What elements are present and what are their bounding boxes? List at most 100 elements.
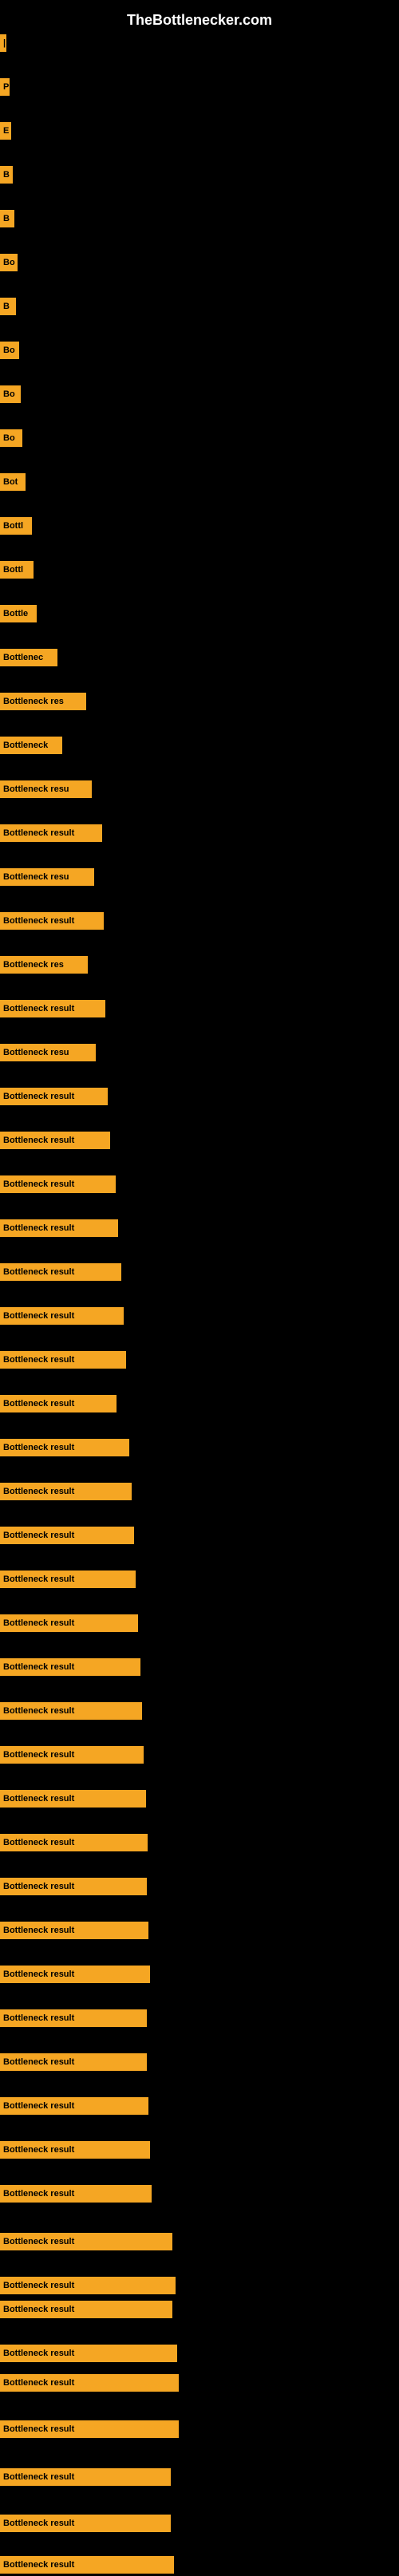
bar-row: Bottl [0,515,399,537]
bottleneck-bar: Bottleneck result [0,2097,148,2115]
bottleneck-bar: Bottleneck result [0,1527,134,1544]
bar-row: Bot [0,471,399,493]
bar-row: Bottleneck resu [0,866,399,888]
bottleneck-bar: P [0,78,10,96]
bar-row: E [0,120,399,142]
bar-label: Bottl [3,565,23,575]
bottleneck-bar: Bottleneck result [0,1132,110,1149]
bar-row: Bottleneck result [0,1305,399,1327]
bar-row: Bottleneck result [0,1656,399,1678]
bottleneck-bar: Bottleneck result [0,1088,108,1105]
bar-label: Bottleneck result [3,1838,74,1847]
bottleneck-bar: Bottleneck result [0,1263,121,1281]
bar-label: Bottleneck result [3,2189,74,2199]
bottleneck-bar: Bottleneck result [0,1834,148,1851]
bar-label: Bottleneck result [3,1574,74,1584]
bar-label: Bottleneck result [3,1136,74,1145]
bar-row: Bottleneck result [0,1963,399,1985]
bottleneck-bar: Bottleneck result [0,2233,172,2250]
bottleneck-bar: B [0,298,16,315]
bar-row: Bottleneck result [0,2298,399,2321]
bar-label: P [3,82,9,92]
bar-row: B [0,164,399,186]
bar-label: Bottleneck result [3,1926,74,1935]
bar-row: Bottleneck result [0,1612,399,1634]
bar-row: Bottleneck result [0,2095,399,2117]
bar-row: Bo [0,383,399,405]
bar-label: Bottleneck result [3,1399,74,1409]
bar-label: Bottleneck result [3,2349,74,2358]
bar-row: Bottleneck res [0,690,399,713]
bar-row: Bottleneck result [0,1393,399,1415]
bar-row: Bottleneck result [0,998,399,1020]
bottleneck-bar: Bottleneck result [0,2556,174,2574]
bar-label: Bottleneck result [3,2237,74,2246]
bar-label: Bottleneck result [3,2560,74,2570]
bar-label: Bottleneck resu [3,1048,69,1057]
bar-label: Bottleneck [3,741,48,750]
bar-row: Bottleneck result [0,1436,399,1459]
bar-label: Bottleneck result [3,2281,74,2290]
bar-label: Bottl [3,521,23,531]
bar-row: Bottleneck result [0,2466,399,2488]
bar-row: Bottleneck result [0,2007,399,2029]
bar-row: Bottleneck result [0,2230,399,2253]
bottleneck-bar: Bottl [0,561,34,579]
bottleneck-bar: Bottleneck result [0,1219,118,1237]
bar-label: Bottleneck result [3,828,74,838]
bottleneck-bar: Bottleneck resu [0,780,92,798]
bar-label: Bottleneck result [3,2305,74,2314]
bar-row: Bo [0,339,399,362]
bar-row: Bottleneck result [0,1788,399,1810]
bar-row: Bottleneck result [0,1744,399,1766]
bar-row: Bottleneck result [0,1349,399,1371]
bar-row: Bottl [0,559,399,581]
site-title: TheBottlenecker.com [0,4,399,33]
bottleneck-bar: Bot [0,473,26,491]
bar-label: Bottleneck result [3,1004,74,1013]
bottleneck-bar: Bottleneck result [0,1878,147,1895]
bottleneck-bar: Bottleneck result [0,1702,142,1720]
bottleneck-bar: Bottleneck result [0,2301,172,2318]
bottleneck-bar: Bottleneck result [0,1966,150,1983]
bar-label: Bottleneck res [3,960,64,970]
bottleneck-bar: Bottleneck result [0,1307,124,1325]
bottleneck-bar: Bottleneck result [0,2345,177,2362]
bar-row: Bo [0,427,399,449]
bottleneck-bar: B [0,210,14,227]
bar-row: Bottle [0,603,399,625]
bar-label: Bottleneck result [3,2472,74,2482]
bar-row: Bottleneck result [0,910,399,932]
bar-row: Bottleneck resu [0,778,399,800]
bar-row: Bottleneck result [0,2554,399,2576]
bottleneck-bar: Bottleneck result [0,1000,105,1017]
bar-row: | [0,32,399,54]
bar-label: | [3,38,6,48]
bottleneck-bar: Bottl [0,517,32,535]
bar-row: Bottleneck result [0,1875,399,1898]
bar-label: Bottleneck result [3,1531,74,1540]
bar-label: Bottleneck resu [3,784,69,794]
bar-row: Bottleneck result [0,1700,399,1722]
bar-label: Bottleneck result [3,2519,74,2528]
bar-row: Bottleneck result [0,1480,399,1503]
bar-row: Bottleneck result [0,2372,399,2394]
bottleneck-bar: Bo [0,254,18,271]
bar-row: Bottleneck result [0,2139,399,2161]
bar-row: B [0,295,399,318]
bar-row: Bottleneck result [0,1568,399,1590]
bar-row: Bottleneck result [0,822,399,844]
bottleneck-bar: Bottleneck result [0,1614,138,1632]
bottleneck-bar: Bottleneck result [0,2053,147,2071]
bar-label: Bottleneck result [3,1882,74,1891]
bar-label: Bottleneck resu [3,872,69,882]
bottleneck-bar: Bottleneck result [0,824,102,842]
bottleneck-bar: Bottleneck result [0,1922,148,1939]
bottleneck-bar: Bo [0,429,22,447]
bottleneck-bar: Bottleneck result [0,2420,179,2438]
bar-label: Bottleneck result [3,1706,74,1716]
bottleneck-bar: Bottleneck result [0,1351,126,1369]
bottleneck-bar: Bottleneck result [0,1395,117,1412]
bar-label: B [3,214,10,223]
bar-label: B [3,170,10,180]
